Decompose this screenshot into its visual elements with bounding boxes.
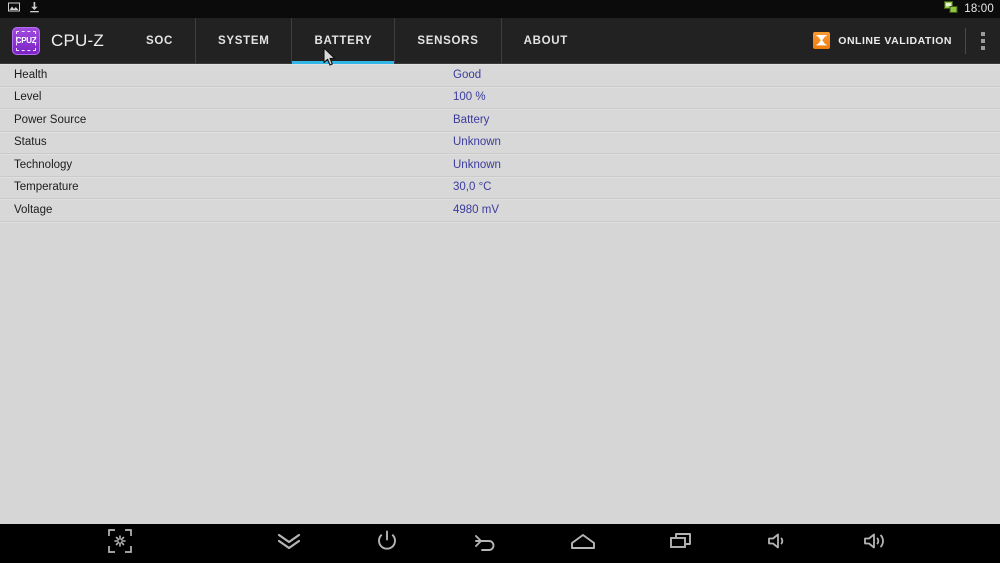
row-value: 100 % — [453, 91, 486, 104]
app-toolbar: CPUZ CPU-Z SOC SYSTEM BATTERY SENSORS AB… — [0, 17, 1000, 64]
row-value: 30,0 °C — [453, 181, 492, 194]
online-validation-label: ONLINE VALIDATION — [838, 34, 952, 47]
status-bar-system: 18:00 — [944, 0, 994, 18]
toolbar-actions: ONLINE VALIDATION — [813, 18, 1000, 64]
overflow-menu-button[interactable] — [966, 18, 1000, 64]
download-icon — [29, 0, 40, 18]
nav-collapse-button[interactable] — [240, 524, 338, 563]
tab-soc-label: SOC — [145, 34, 173, 47]
home-icon — [569, 531, 597, 556]
status-bar: 18:00 — [0, 0, 1000, 18]
row-value: Good — [453, 68, 482, 81]
tab-system[interactable]: SYSTEM — [194, 17, 292, 64]
row-label: Voltage — [14, 203, 53, 216]
row-value: Unknown — [453, 136, 501, 149]
table-row[interactable]: Status Unknown — [0, 131, 1000, 154]
tab-about-label: ABOUT — [523, 34, 568, 47]
tab-soc[interactable]: SOC — [126, 18, 195, 64]
app-title: CPU-Z — [51, 30, 104, 50]
table-row[interactable]: Power Source Battery — [0, 109, 1000, 132]
volume-up-icon — [862, 531, 892, 556]
nav-power-button[interactable] — [338, 524, 436, 563]
cpu-chip-glyph: CPUZ — [15, 30, 37, 51]
nav-back-button[interactable] — [436, 524, 534, 563]
back-icon — [472, 531, 498, 556]
tab-bar: SOC SYSTEM BATTERY SENSORS ABOUT — [126, 17, 590, 64]
app-logo-icon: CPUZ — [12, 26, 40, 55]
validation-icon — [813, 32, 831, 49]
nav-recents-button[interactable] — [632, 524, 730, 563]
battery-info-list: Health Good Level 100 % Power Source Bat… — [0, 64, 1000, 524]
screenshot-icon — [107, 528, 133, 559]
status-bar-clock: 18:00 — [964, 3, 994, 15]
row-label: Power Source — [14, 113, 87, 126]
table-row[interactable]: Voltage 4980 mV — [0, 199, 1000, 222]
overflow-dot — [981, 45, 985, 50]
tab-sensors-label: SENSORS — [417, 34, 479, 47]
row-label: Temperature — [14, 181, 79, 194]
app-logo-text: CPUZ — [15, 35, 37, 45]
overflow-dot — [981, 31, 985, 36]
overflow-dot — [981, 38, 985, 43]
nav-home-button[interactable] — [534, 524, 632, 563]
app-screen: 18:00 CPUZ CPU-Z SOC SYSTEM BATTERY SENS… — [0, 0, 1000, 563]
row-label: Status — [14, 136, 47, 149]
nav-screenshot-button[interactable] — [0, 524, 240, 563]
recents-icon — [669, 531, 693, 556]
table-row[interactable]: Technology Unknown — [0, 154, 1000, 177]
row-value: Unknown — [453, 158, 501, 171]
tab-about[interactable]: ABOUT — [500, 17, 590, 64]
tab-sensors[interactable]: SENSORS — [394, 17, 500, 64]
power-icon — [375, 529, 399, 558]
online-validation-button[interactable]: ONLINE VALIDATION — [813, 32, 965, 49]
row-label: Health — [14, 68, 48, 81]
nav-volume-down-button[interactable] — [730, 524, 828, 563]
table-row[interactable]: Level 100 % — [0, 86, 1000, 109]
tab-battery-label: BATTERY — [314, 34, 373, 47]
tab-battery[interactable]: BATTERY — [291, 17, 395, 64]
status-bar-notifications — [8, 0, 40, 18]
collapse-icon — [275, 531, 303, 556]
row-label: Level — [14, 91, 42, 104]
navigation-bar — [0, 524, 1000, 563]
ethernet-icon — [944, 0, 958, 18]
table-row[interactable]: Health Good — [0, 64, 1000, 87]
nav-volume-up-button[interactable] — [828, 524, 926, 563]
image-icon — [8, 0, 20, 18]
table-row[interactable]: Temperature 30,0 °C — [0, 176, 1000, 199]
row-label: Technology — [14, 158, 73, 171]
tab-system-label: SYSTEM — [217, 34, 270, 47]
volume-down-icon — [766, 531, 792, 556]
row-value: 4980 mV — [453, 203, 500, 216]
empty-list-area — [0, 221, 1000, 524]
row-value: Battery — [453, 113, 490, 126]
